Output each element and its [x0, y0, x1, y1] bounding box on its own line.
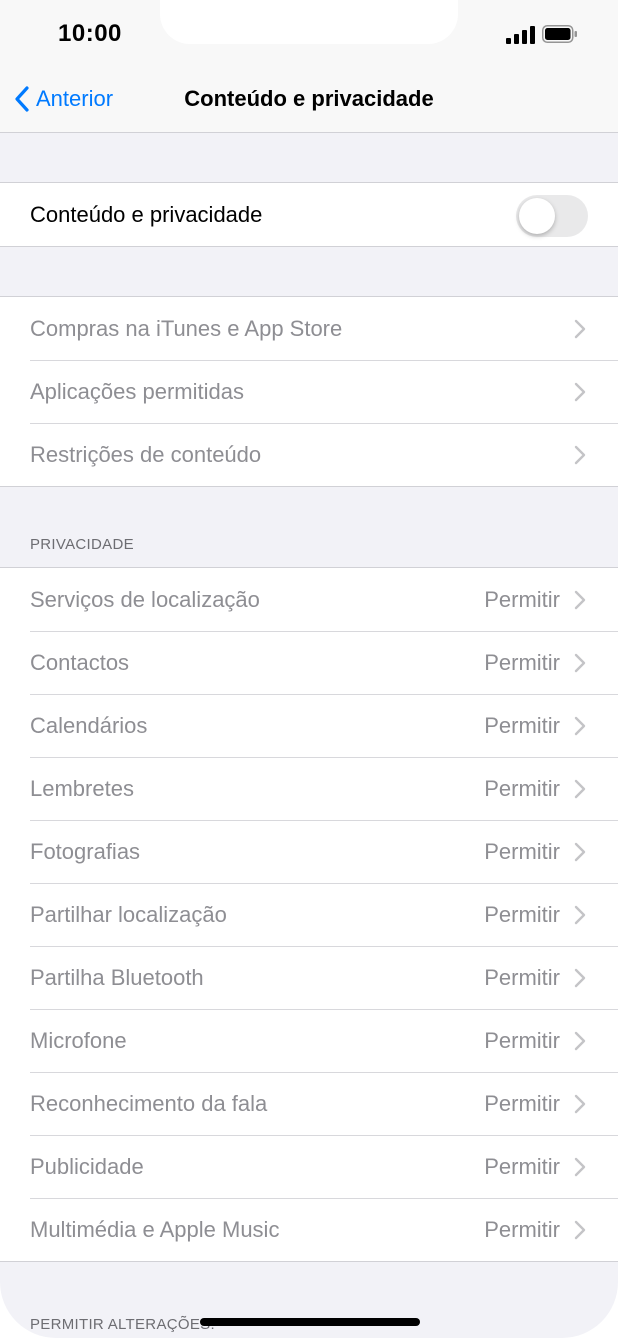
chevron-right-icon	[574, 1031, 586, 1050]
chevron-right-icon	[574, 319, 586, 338]
privacy-section-header: PRIVACIDADE	[30, 536, 134, 553]
chevron-left-icon	[15, 86, 29, 112]
chevron-right-icon	[574, 382, 586, 401]
list-item[interactable]: Calendários Permitir	[0, 694, 618, 757]
list-item-label: Fotografias	[30, 838, 141, 864]
list-item-label: Multimédia e Apple Music	[30, 1216, 280, 1242]
list-item-label: Microfone	[30, 1027, 127, 1053]
content-privacy-toggle-group: Conteúdo e privacidade	[0, 182, 618, 247]
list-item-value: Permitir	[484, 901, 560, 927]
list-item[interactable]: Compras na iTunes e App Store	[0, 297, 618, 360]
list-item-value: Permitir	[484, 712, 560, 738]
list-item-value: Permitir	[484, 964, 560, 990]
chevron-right-icon	[574, 779, 586, 798]
status-time: 10:00	[58, 20, 122, 47]
status-bar: 10:00	[0, 0, 618, 66]
list-item[interactable]: Restrições de conteúdo	[0, 423, 618, 486]
allow-changes-section-header: PERMITIR ALTERAÇÕES:	[30, 1316, 215, 1333]
list-item[interactable]: Lembretes Permitir	[0, 757, 618, 820]
list-item[interactable]: Contactos Permitir	[0, 631, 618, 694]
chevron-right-icon	[574, 1094, 586, 1113]
chevron-right-icon	[574, 842, 586, 861]
back-button-label: Anterior	[36, 86, 114, 111]
list-item-value: Permitir	[484, 838, 560, 864]
list-item[interactable]: Fotografias Permitir	[0, 820, 618, 883]
chevron-right-icon	[574, 1220, 586, 1239]
list-item[interactable]: Microfone Permitir	[0, 1009, 618, 1072]
content-privacy-toggle[interactable]	[516, 195, 588, 237]
list-item-value: Permitir	[484, 775, 560, 801]
battery-icon	[542, 25, 577, 43]
list-item-label: Contactos	[30, 649, 130, 675]
list-item-label: Publicidade	[30, 1153, 144, 1179]
chevron-right-icon	[574, 1157, 586, 1176]
list-item[interactable]: Aplicações permitidas	[0, 360, 618, 423]
chevron-right-icon	[574, 716, 586, 735]
chevron-right-icon	[574, 445, 586, 464]
chevron-right-icon	[574, 968, 586, 987]
list-item-value: Permitir	[484, 1216, 560, 1242]
content-privacy-row: Conteúdo e privacidade	[0, 183, 618, 246]
list-item-label: Lembretes	[30, 775, 134, 801]
list-item-label: Serviços de localização	[30, 586, 260, 612]
list-item-value: Permitir	[484, 1027, 560, 1053]
list-item-value: Permitir	[484, 1153, 560, 1179]
notch	[160, 0, 458, 44]
toggle-knob	[519, 198, 555, 234]
list-item-label: Compras na iTunes e App Store	[30, 315, 343, 341]
list-item[interactable]: Reconhecimento da fala Permitir	[0, 1072, 618, 1135]
chevron-right-icon	[574, 590, 586, 609]
back-button[interactable]: Anterior	[14, 66, 113, 132]
signal-icon	[506, 26, 535, 44]
chevron-right-icon	[574, 905, 586, 924]
list-item-label: Reconhecimento da fala	[30, 1090, 268, 1116]
list-item-label: Partilha Bluetooth	[30, 964, 204, 990]
phone-screen: 10:00 Conteúdo e privacidade Anterior Co…	[0, 0, 618, 1338]
list-item[interactable]: Partilha Bluetooth Permitir	[0, 946, 618, 1009]
list-item-label: Aplicações permitidas	[30, 378, 244, 404]
navigation-bar: Conteúdo e privacidade Anterior	[0, 66, 618, 133]
list-item-value: Permitir	[484, 649, 560, 675]
store-settings-group: Compras na iTunes e App Store Aplicações…	[0, 296, 618, 487]
chevron-right-icon	[574, 653, 586, 672]
list-item-label: Calendários	[30, 712, 148, 738]
privacy-group: Serviços de localização Permitir Contact…	[0, 567, 618, 1262]
list-item-value: Permitir	[484, 586, 560, 612]
home-indicator[interactable]	[200, 1318, 420, 1326]
list-item-label: Partilhar localização	[30, 901, 227, 927]
list-item[interactable]: Partilhar localização Permitir	[0, 883, 618, 946]
list-item[interactable]: Publicidade Permitir	[0, 1135, 618, 1198]
list-item-label: Restrições de conteúdo	[30, 441, 262, 467]
list-item-value: Permitir	[484, 1090, 560, 1116]
list-item[interactable]: Serviços de localização Permitir	[0, 568, 618, 631]
list-item[interactable]: Multimédia e Apple Music Permitir	[0, 1198, 618, 1261]
